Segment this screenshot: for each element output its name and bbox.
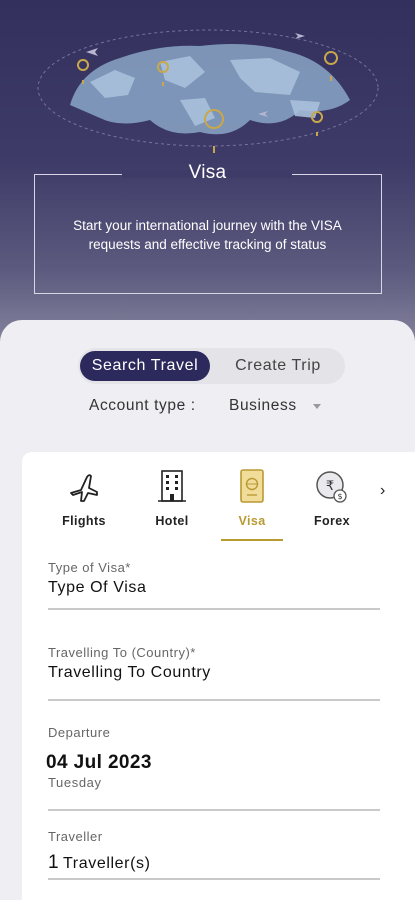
field-underline bbox=[48, 699, 380, 701]
departure-day: Tuesday bbox=[48, 775, 102, 790]
tab-label: Hotel bbox=[155, 514, 189, 528]
account-type-select[interactable]: Business bbox=[229, 397, 297, 415]
create-trip-tab[interactable]: Create Trip bbox=[214, 351, 342, 381]
tab-label: Forex bbox=[313, 514, 351, 528]
field-underline bbox=[48, 809, 380, 811]
page-title: Visa bbox=[188, 162, 227, 183]
search-travel-tab[interactable]: Search Travel bbox=[80, 351, 210, 381]
tab-hotel[interactable]: Hotel bbox=[136, 465, 208, 528]
tab-label: Flights bbox=[62, 514, 106, 528]
account-type-label: Account type : bbox=[89, 397, 196, 414]
field-label: Traveller bbox=[48, 829, 103, 844]
departure-date[interactable]: 04 Jul 2023 bbox=[46, 752, 378, 774]
field-label: Travelling To (Country)* bbox=[48, 645, 196, 660]
hotel-icon bbox=[136, 465, 208, 505]
traveller-field[interactable]: Traveller 1 Traveller(s) bbox=[48, 829, 380, 881]
currency-exchange-icon: ₹ $ bbox=[296, 465, 368, 505]
departure-field[interactable]: Departure 04 Jul 2023 Tuesday bbox=[46, 725, 380, 811]
field-underline bbox=[48, 608, 380, 610]
traveller-count[interactable]: 1 bbox=[48, 852, 59, 873]
traveller-unit: Traveller(s) bbox=[63, 855, 151, 872]
hero-description: Start your international journey with th… bbox=[73, 218, 342, 252]
field-underline bbox=[48, 878, 380, 880]
tab-visa[interactable]: Visa bbox=[216, 465, 288, 528]
field-value[interactable]: Type Of Visa bbox=[48, 579, 380, 597]
chevron-right-icon[interactable]: › bbox=[380, 482, 385, 500]
active-tab-indicator bbox=[221, 539, 283, 541]
field-label: Type of Visa* bbox=[48, 560, 131, 575]
passport-icon bbox=[216, 465, 288, 505]
airplane-icon bbox=[48, 465, 120, 505]
field-label: Departure bbox=[48, 725, 111, 740]
world-map-illustration bbox=[37, 29, 379, 153]
field-value[interactable]: Travelling To Country bbox=[48, 664, 380, 682]
svg-text:$: $ bbox=[337, 492, 342, 501]
tab-flights[interactable]: Flights bbox=[48, 465, 120, 528]
tab-forex[interactable]: ₹ $ Forex bbox=[296, 465, 368, 528]
svg-text:₹: ₹ bbox=[326, 479, 334, 494]
travelling-to-field[interactable]: Travelling To (Country)* Travelling To C… bbox=[48, 645, 380, 702]
tab-label: Visa bbox=[238, 514, 266, 528]
chevron-down-icon[interactable] bbox=[313, 404, 321, 409]
hero-banner: Visa Start your international journey wi… bbox=[0, 0, 415, 360]
visa-type-field[interactable]: Type of Visa* Type Of Visa bbox=[48, 560, 380, 610]
